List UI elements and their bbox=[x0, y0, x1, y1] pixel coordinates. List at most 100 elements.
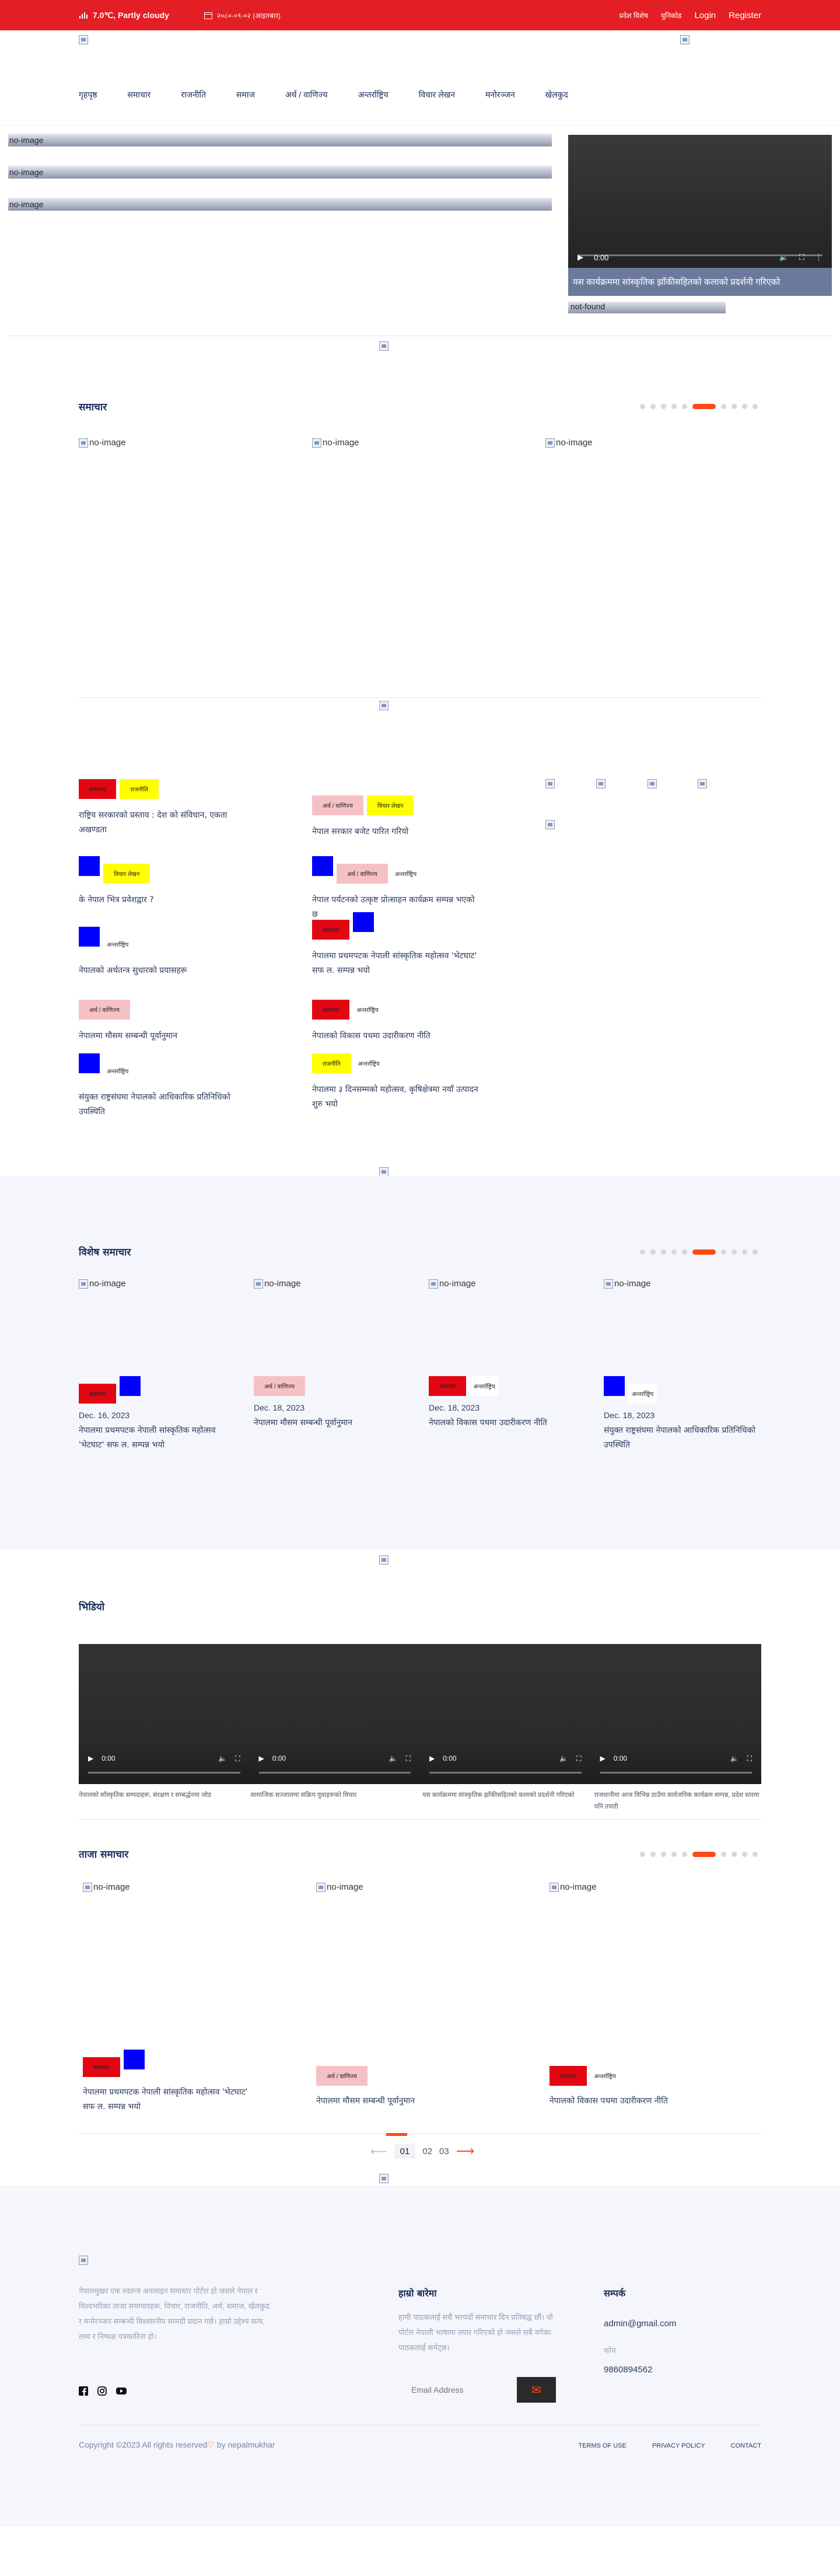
nav-item-home[interactable]: गृहपृष्ठ bbox=[79, 89, 97, 100]
nav-item-sports[interactable]: खेलकुद bbox=[545, 89, 568, 100]
play-icon[interactable]: ▶ bbox=[259, 1754, 264, 1763]
news-item[interactable]: राजनीति अन्तर्राष्ट्रिय नेपालमा ३ दिनसम्म… bbox=[312, 1053, 478, 1112]
news-item[interactable]: विचार लेखन के नेपाल भित्र प्रवेशद्वार ? bbox=[79, 856, 245, 907]
slider-dot[interactable] bbox=[732, 404, 737, 409]
video-caption[interactable]: सामाजिक सञ्जालमा सक्रिय युवाहरूको विचार bbox=[251, 1790, 418, 1813]
video-progress-bar[interactable] bbox=[600, 1772, 752, 1774]
news-title[interactable]: नेपालमा मौसम सम्बन्धी पूर्वानुमान bbox=[79, 1029, 245, 1043]
category-tag[interactable] bbox=[79, 856, 100, 876]
card-image[interactable]: no-image bbox=[254, 1279, 411, 1289]
video-caption[interactable]: नेपालको साँस्कृतिक सम्पदाहरू, संरक्षण र … bbox=[79, 1790, 246, 1813]
slider-dot[interactable] bbox=[661, 1852, 666, 1857]
category-tag[interactable]: अन्तर्राष्ट्रिय bbox=[628, 1384, 657, 1404]
youtube-icon[interactable] bbox=[116, 2386, 127, 2396]
card-image[interactable]: no-image bbox=[316, 1882, 482, 1892]
category-tag[interactable] bbox=[124, 2050, 145, 2069]
video-player[interactable]: ▶ 0:00 🔈 ⛶ bbox=[79, 1644, 250, 1784]
hero-video-player[interactable]: ▶ 0:00 🔈 ⛶ ⋮ bbox=[568, 135, 832, 268]
news-title[interactable]: नेपाल सरकार बजेट पारित गरियो bbox=[312, 825, 478, 839]
hero-image-2[interactable]: no-image bbox=[8, 166, 552, 179]
category-tag[interactable] bbox=[353, 912, 374, 932]
slider-dot-active[interactable] bbox=[692, 1249, 716, 1255]
play-icon[interactable]: ▶ bbox=[578, 253, 583, 262]
featured-card[interactable]: no-image अन्तर्राष्ट्रिय Dec. 18, 2023 स… bbox=[604, 1279, 764, 1453]
page-link[interactable]: 03 bbox=[439, 2146, 449, 2156]
slider-dot[interactable] bbox=[742, 1249, 747, 1255]
video-player[interactable]: ▶ 0:00 🔈 ⛶ bbox=[420, 1644, 591, 1784]
slider-dot[interactable] bbox=[650, 1249, 656, 1255]
slider-dot[interactable] bbox=[752, 404, 758, 409]
category-tag[interactable] bbox=[120, 1376, 141, 1396]
card-image[interactable]: no-image bbox=[429, 1279, 586, 1289]
card-image[interactable]: no-image bbox=[604, 1279, 764, 1289]
page-link-current[interactable]: 01 bbox=[394, 2144, 416, 2159]
thumb-image[interactable] bbox=[596, 779, 606, 788]
category-tag[interactable]: अन्तर्राष्ट्रिय bbox=[590, 2066, 619, 2086]
footer-email[interactable]: admin@gmail.com bbox=[604, 2319, 676, 2329]
card-image[interactable]: no-image bbox=[79, 1279, 236, 1289]
slider-card-image[interactable]: no-image bbox=[312, 438, 359, 448]
subscribe-button[interactable]: ✉ bbox=[517, 2377, 556, 2403]
category-tag[interactable]: समाचार bbox=[79, 779, 117, 799]
featured-card[interactable]: no-image अर्थ / वाणिज्य Dec. 18, 2023 ने… bbox=[254, 1279, 411, 1430]
facebook-icon[interactable] bbox=[79, 2386, 88, 2396]
slider-card-image[interactable]: no-image bbox=[545, 438, 593, 448]
nav-item-entertainment[interactable]: मनोरञ्जन bbox=[485, 89, 515, 100]
category-tag[interactable]: अन्तर्राष्ट्रिय bbox=[470, 1376, 499, 1396]
nav-item-international[interactable]: अन्तर्राष्ट्रिय bbox=[358, 89, 388, 100]
slider-dot[interactable] bbox=[682, 404, 687, 409]
slider-dot[interactable] bbox=[721, 1852, 726, 1857]
slider-dot[interactable] bbox=[682, 1852, 687, 1857]
slider-dot-active[interactable] bbox=[692, 1852, 716, 1857]
thumb-image[interactable] bbox=[648, 779, 657, 788]
fullscreen-icon[interactable]: ⛶ bbox=[406, 1754, 411, 1763]
hero-video-caption[interactable]: यस कार्यक्रममा सांस्कृतिक झाँकीसहितको कल… bbox=[568, 268, 832, 296]
category-tag[interactable]: अर्थ / वाणिज्य bbox=[312, 795, 363, 815]
category-tag[interactable]: अन्तर्राष्ट्रिय bbox=[391, 864, 420, 884]
category-tag[interactable] bbox=[312, 856, 333, 876]
category-tag[interactable]: समाचार bbox=[312, 920, 350, 940]
nav-item-economy[interactable]: अर्थ / वाणिज्य bbox=[285, 89, 328, 100]
category-tag[interactable]: अर्थ / वाणिज्य bbox=[79, 1000, 130, 1020]
card-title[interactable]: संयुक्त राष्ट्रसंघमा नेपालको आधिकारिक प्… bbox=[604, 1423, 764, 1453]
nav-item-news[interactable]: समाचार bbox=[128, 89, 151, 100]
featured-card[interactable]: no-image समाचार अन्तर्राष्ट्रिय Dec. 18, … bbox=[429, 1279, 586, 1430]
slider-dot[interactable] bbox=[752, 1852, 758, 1857]
latest-card[interactable]: no-image अर्थ / वाणिज्य नेपालमा मौसम सम्… bbox=[316, 1882, 482, 2109]
category-tag[interactable]: समाचार bbox=[429, 1376, 467, 1396]
topbar-link-province[interactable]: प्रदेश विशेष bbox=[619, 11, 648, 20]
video-progress-bar[interactable] bbox=[88, 1772, 240, 1774]
volume-icon[interactable]: 🔈 bbox=[730, 1754, 739, 1763]
card-image[interactable]: no-image bbox=[550, 1882, 716, 1892]
category-tag[interactable]: अन्तर्राष्ट्रिय bbox=[103, 934, 132, 954]
category-tag[interactable]: अर्थ / वाणिज्य bbox=[337, 864, 388, 884]
volume-icon[interactable]: 🔈 bbox=[779, 253, 789, 262]
category-tag[interactable]: अर्थ / वाणिज्य bbox=[316, 2066, 368, 2086]
slider-dot[interactable] bbox=[661, 404, 666, 409]
category-tag[interactable]: अन्तर्राष्ट्रिय bbox=[103, 1061, 132, 1081]
page-link[interactable]: 02 bbox=[422, 2146, 432, 2156]
nav-item-opinion[interactable]: विचार लेखन bbox=[419, 89, 455, 100]
card-title[interactable]: नेपालमा प्रथमपटक नेपाली सांस्कृतिक महोत्… bbox=[83, 2085, 249, 2114]
video-caption[interactable]: राजधानीमा आज विभिन्न ठाउँमा सार्वजनिक का… bbox=[594, 1790, 762, 1813]
category-tag[interactable]: अर्थ / वाणिज्य bbox=[254, 1376, 305, 1396]
fullscreen-icon[interactable]: ⛶ bbox=[576, 1754, 581, 1763]
slider-dot[interactable] bbox=[640, 404, 645, 409]
slider-dot[interactable] bbox=[742, 404, 747, 409]
category-tag[interactable]: अन्तर्राष्ट्रिय bbox=[353, 1000, 382, 1020]
video-caption[interactable]: यस कार्यक्रममा सांस्कृतिक झाँकीसहितको कल… bbox=[422, 1790, 590, 1813]
slider-dots[interactable] bbox=[640, 1249, 758, 1255]
thumb-image[interactable] bbox=[698, 779, 707, 788]
fullscreen-icon[interactable]: ⛶ bbox=[799, 253, 804, 262]
site-logo[interactable] bbox=[79, 35, 88, 44]
slider-dot[interactable] bbox=[721, 1249, 726, 1255]
category-tag[interactable] bbox=[79, 1053, 100, 1073]
slider-dot[interactable] bbox=[752, 1249, 758, 1255]
news-title[interactable]: के नेपाल भित्र प्रवेशद्वार ? bbox=[79, 893, 245, 907]
featured-card[interactable]: no-image समाचार Dec. 16, 2023 नेपालमा प्… bbox=[79, 1279, 236, 1453]
category-tag[interactable]: राजनीति bbox=[120, 779, 159, 799]
volume-icon[interactable]: 🔈 bbox=[389, 1754, 398, 1763]
hero-image-3[interactable]: no-image bbox=[8, 198, 552, 211]
card-title[interactable]: नेपालमा मौसम सम्बन्धी पूर्वानुमान bbox=[316, 2094, 482, 2109]
slider-dot[interactable] bbox=[671, 1249, 677, 1255]
